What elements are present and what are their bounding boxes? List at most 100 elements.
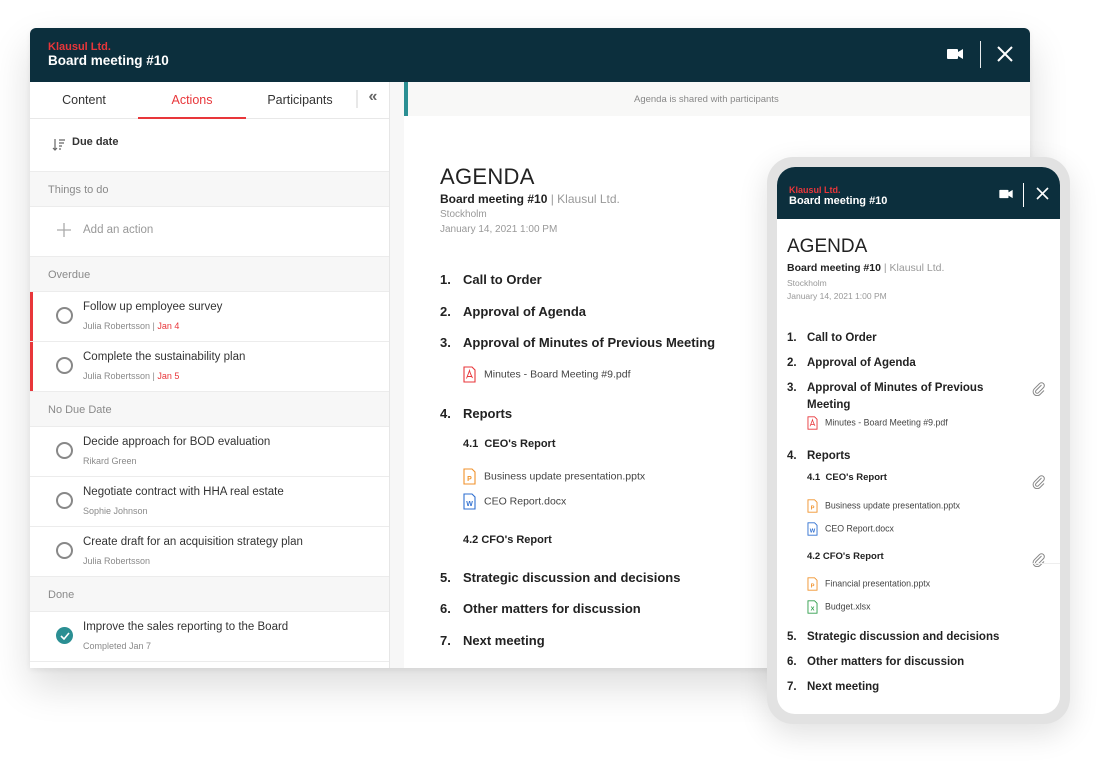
- mobile-agenda-datetime: January 14, 2021 1:00 PM: [787, 291, 887, 301]
- action-assignee: Julia Robertsson: [83, 556, 151, 566]
- agenda-item[interactable]: 5. Strategic discussion and decisions: [440, 570, 680, 585]
- item-title: Approval of Minutes of Previous Meeting: [463, 335, 716, 350]
- agenda-item[interactable]: 2. Approval of Agenda: [440, 304, 586, 319]
- add-action-button[interactable]: Add an action: [30, 207, 389, 257]
- checkmark-icon: [60, 632, 70, 640]
- sort-due-date-button[interactable]: Due date: [72, 136, 118, 148]
- agenda-item[interactable]: 3. Approval of Minutes of Previous Meetin…: [440, 335, 715, 350]
- docx-file-icon: W: [807, 522, 818, 536]
- window-header: Klausul Ltd. Board meeting #10: [30, 28, 1030, 82]
- item-number: 4.: [787, 450, 797, 462]
- agenda-item[interactable]: 7. Next meeting: [787, 679, 1017, 696]
- tab-content[interactable]: Content: [30, 82, 138, 119]
- subitem-number: 4.1: [463, 438, 479, 450]
- item-title: Strategic discussion and decisions: [807, 631, 1000, 643]
- pdf-file-icon: [463, 366, 476, 383]
- file-link[interactable]: P Business update presentation.pptx: [807, 499, 960, 513]
- file-link[interactable]: W CEO Report.docx: [807, 522, 894, 536]
- subitem-title: CEO's Report: [484, 438, 556, 450]
- action-item[interactable]: Complete the sustainability plan Julia R…: [30, 342, 389, 392]
- agenda-item[interactable]: 3. Approval of Minutes of Previous Meetin…: [787, 380, 1017, 414]
- agenda-subitem[interactable]: 4.2 CFO's Report: [463, 534, 552, 546]
- agenda-item[interactable]: 7. Next meeting: [440, 633, 545, 648]
- item-title: Approval of Agenda: [807, 357, 916, 369]
- actions-panel: Content Actions Participants « Due date …: [30, 82, 390, 668]
- subitem-number: 4.2: [807, 551, 821, 562]
- mobile-agenda-heading: AGENDA: [787, 236, 868, 257]
- svg-text:P: P: [467, 476, 472, 483]
- subitem-number: 4.2: [463, 534, 479, 546]
- panel-gutter: [390, 82, 404, 668]
- pptx-file-icon: P: [807, 499, 818, 513]
- agenda-subitem[interactable]: 4.2 CFO's Report: [807, 551, 884, 562]
- header-divider: [980, 41, 981, 68]
- xlsx-file-icon: X: [807, 600, 818, 614]
- header-divider: [1023, 183, 1024, 207]
- agenda-item[interactable]: 4. Reports: [440, 406, 512, 421]
- action-meta: Julia Robertsson | Jan 5: [83, 371, 180, 381]
- add-action-label: Add an action: [83, 224, 154, 236]
- file-name: Business update presentation.pptx: [484, 470, 646, 483]
- action-item[interactable]: Create draft for an acquisition strategy…: [30, 527, 389, 577]
- file-name: CEO Report.docx: [484, 495, 567, 508]
- tab-participants[interactable]: Participants: [246, 82, 354, 119]
- agenda-subitem[interactable]: 4.1 CEO's Report: [463, 438, 556, 450]
- section-label: Things to do: [48, 184, 109, 196]
- file-link[interactable]: P Financial presentation.pptx: [807, 577, 930, 591]
- video-camera-icon[interactable]: [999, 189, 1013, 199]
- sort-descending-icon[interactable]: [52, 138, 66, 152]
- double-chevron-left-icon[interactable]: «: [364, 89, 382, 107]
- action-checkbox[interactable]: [56, 442, 73, 459]
- subitem-title: CEO's Report: [825, 472, 887, 483]
- agenda-item[interactable]: 6. Other matters for discussion: [787, 654, 1017, 671]
- item-title: Reports: [807, 450, 851, 462]
- docx-file-icon: W: [463, 493, 476, 510]
- file-link[interactable]: X Budget.xlsx: [807, 600, 870, 614]
- action-item[interactable]: Decide approach for BOD evaluation Rikar…: [30, 427, 389, 477]
- action-due-date: Jan 4: [157, 321, 180, 331]
- tab-actions[interactable]: Actions: [138, 82, 246, 119]
- close-icon[interactable]: [996, 45, 1014, 63]
- paperclip-icon[interactable]: [1032, 553, 1046, 567]
- action-checkbox-checked[interactable]: [56, 627, 73, 644]
- item-number: 3.: [440, 335, 451, 350]
- file-link[interactable]: W CEO Report.docx: [463, 493, 566, 510]
- agenda-item[interactable]: 5. Strategic discussion and decisions: [787, 629, 1017, 646]
- agenda-item[interactable]: 2. Approval of Agenda: [787, 355, 1017, 372]
- agenda-item[interactable]: 1. Call to Order: [440, 272, 542, 287]
- org-name: Klausul Ltd.: [48, 41, 111, 53]
- file-link[interactable]: Minutes - Board Meeting #9.pdf: [463, 366, 631, 383]
- action-checkbox[interactable]: [56, 492, 73, 509]
- action-assignee: Julia Robertsson: [83, 371, 151, 381]
- action-item[interactable]: Improve the sales reporting to the Board…: [30, 612, 389, 662]
- mobile-screen: Klausul Ltd. Board meeting #10 AGENDA Bo…: [777, 167, 1060, 714]
- item-number: 3.: [787, 382, 797, 394]
- action-item[interactable]: Negotiate contract with HHA real estate …: [30, 477, 389, 527]
- agenda-subitem[interactable]: 4.1 CEO's Report: [807, 472, 887, 483]
- close-icon[interactable]: [1036, 187, 1049, 200]
- action-item[interactable]: Follow up employee survey Julia Robertss…: [30, 292, 389, 342]
- agenda-item[interactable]: 1. Call to Order: [787, 330, 1017, 347]
- paperclip-icon[interactable]: [1032, 475, 1046, 489]
- file-link[interactable]: Minutes - Board Meeting #9.pdf: [807, 416, 948, 430]
- video-camera-icon[interactable]: [947, 48, 963, 60]
- mobile-agenda-subtitle: Board meeting #10 | Klausul Ltd.: [787, 262, 944, 274]
- agenda-org: Klausul Ltd.: [557, 192, 620, 206]
- item-number: 5.: [440, 570, 451, 585]
- action-title: Improve the sales reporting to the Board: [83, 621, 289, 633]
- action-checkbox[interactable]: [56, 307, 73, 324]
- svg-text:W: W: [810, 529, 816, 535]
- agenda-item[interactable]: 4. Reports: [787, 448, 1017, 465]
- file-name: Financial presentation.pptx: [825, 578, 931, 589]
- action-checkbox[interactable]: [56, 357, 73, 374]
- paperclip-icon[interactable]: [1032, 382, 1046, 396]
- agenda-location: Stockholm: [440, 209, 487, 220]
- action-checkbox[interactable]: [56, 542, 73, 559]
- agenda-org: Klausul Ltd.: [889, 262, 945, 274]
- item-number: 2.: [787, 357, 797, 369]
- subitem-title: CFO's Report: [481, 534, 552, 546]
- file-link[interactable]: P Business update presentation.pptx: [463, 468, 645, 485]
- agenda-meeting-name: Board meeting #10: [440, 192, 548, 206]
- section-label: Done: [48, 589, 75, 601]
- agenda-item[interactable]: 6. Other matters for discussion: [440, 601, 641, 616]
